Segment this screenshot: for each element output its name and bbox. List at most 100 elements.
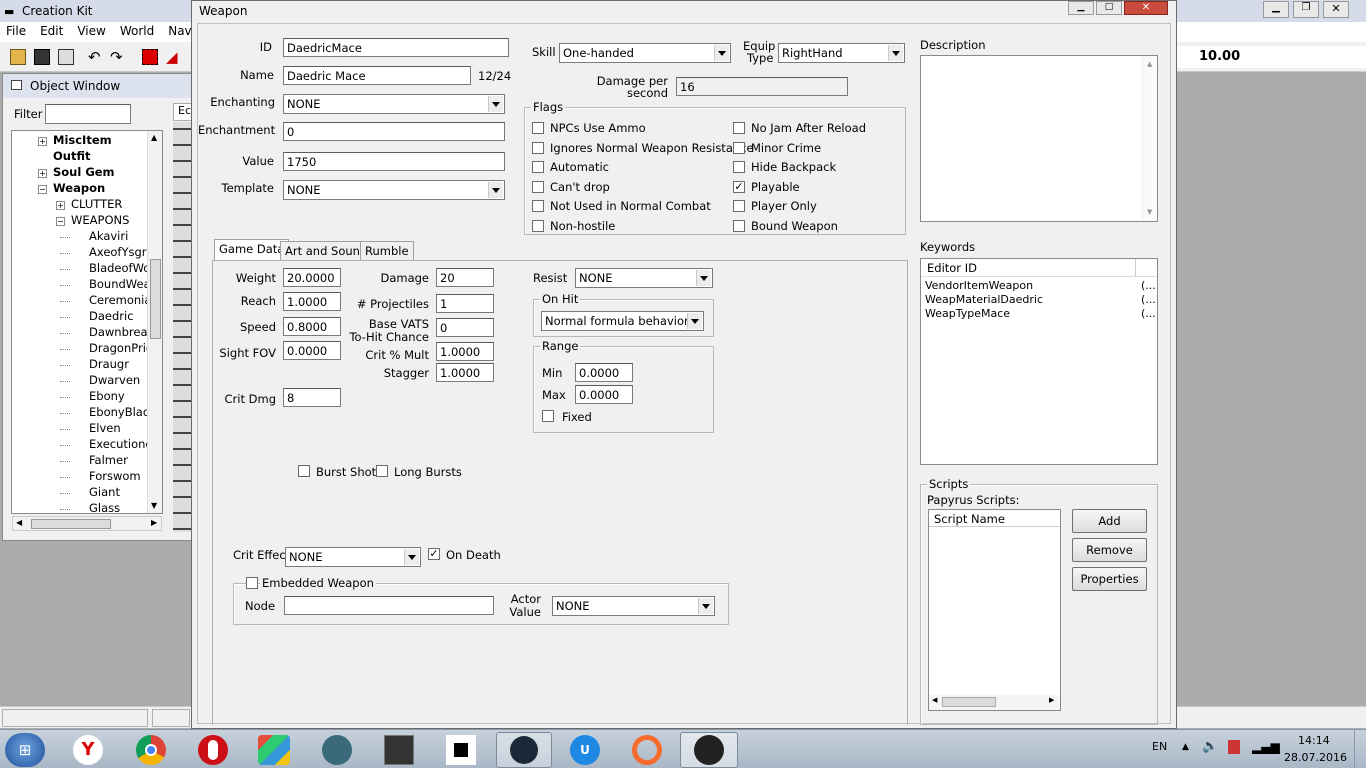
- script-list-hscroll[interactable]: ◀ ▶: [929, 695, 1060, 710]
- node-input[interactable]: [284, 596, 494, 615]
- app-icon-7[interactable]: [446, 735, 476, 765]
- embedded-weapon-checkbox[interactable]: [246, 577, 258, 589]
- tree-item[interactable]: Dwarven: [89, 373, 140, 387]
- uplay-icon[interactable]: U: [570, 735, 600, 765]
- chevron-down-icon[interactable]: [888, 45, 903, 61]
- flag-checkbox[interactable]: [733, 200, 745, 212]
- keywords-list[interactable]: Editor ID VendorItemWeapon (... WeapMateri…: [920, 258, 1158, 465]
- tree-item[interactable]: Glass: [89, 501, 120, 513]
- remove-script-button[interactable]: Remove: [1072, 538, 1147, 562]
- language-indicator[interactable]: EN: [1152, 740, 1167, 753]
- tree-item[interactable]: MiscItem: [53, 133, 112, 147]
- skill-select[interactable]: One-handed: [559, 43, 731, 63]
- start-button[interactable]: ⊞: [5, 733, 45, 767]
- flag-checkbox[interactable]: [532, 161, 544, 173]
- flag-checkbox[interactable]: [532, 180, 544, 193]
- tree-item[interactable]: Outfit: [53, 149, 90, 163]
- fixed-checkbox[interactable]: [542, 410, 554, 422]
- column-header[interactable]: Ec: [173, 103, 193, 121]
- flag-checkbox[interactable]: [733, 161, 745, 173]
- keywords-header-divider[interactable]: [1135, 259, 1137, 276]
- tree-hscroll-thumb[interactable]: [31, 519, 111, 529]
- network-icon[interactable]: ▂▄▆: [1252, 740, 1280, 754]
- app-icon-5[interactable]: [322, 735, 352, 765]
- tree-hscroll[interactable]: ◀ ▶: [12, 516, 162, 531]
- tray-app-icon[interactable]: [1228, 740, 1240, 754]
- weapon-dialog-minimize-icon[interactable]: ▁: [1068, 1, 1094, 15]
- properties-button[interactable]: Properties: [1072, 567, 1147, 591]
- chevron-down-icon[interactable]: [488, 182, 503, 198]
- warning-icon[interactable]: ◢: [166, 48, 178, 66]
- menu-view[interactable]: View: [77, 24, 105, 40]
- tab-rumble[interactable]: Rumble: [360, 241, 414, 260]
- chevron-down-icon[interactable]: [488, 96, 503, 112]
- open-icon[interactable]: [10, 49, 26, 65]
- enchantment-input[interactable]: 0: [283, 122, 505, 141]
- tree-item[interactable]: Draugr: [89, 357, 129, 371]
- tree-vscroll[interactable]: ▲ ▼: [147, 131, 162, 513]
- tray-expand-icon[interactable]: ▲: [1182, 742, 1189, 752]
- scroll-right-icon[interactable]: ▶: [1049, 696, 1054, 704]
- tree-collapse-icon[interactable]: −: [56, 217, 65, 226]
- on-death-checkbox[interactable]: ✓: [428, 548, 440, 560]
- clock-time[interactable]: 14:14: [1298, 734, 1330, 747]
- tree-item[interactable]: Forswom: [89, 469, 141, 483]
- windows-explorer-icon[interactable]: [258, 735, 290, 765]
- long-bursts-checkbox[interactable]: [376, 465, 388, 477]
- scroll-left-icon[interactable]: ◀: [16, 518, 22, 527]
- projectiles-input[interactable]: 1: [436, 294, 494, 313]
- tree-collapse-icon[interactable]: −: [38, 185, 47, 194]
- crit-effect-select[interactable]: NONE: [285, 547, 421, 567]
- flag-checkbox[interactable]: [733, 219, 745, 232]
- undo-icon[interactable]: ↶: [88, 48, 101, 66]
- close-icon[interactable]: ✕: [1323, 1, 1349, 18]
- chevron-down-icon[interactable]: [696, 270, 711, 286]
- show-desktop-button[interactable]: [1354, 730, 1366, 768]
- maximize-icon[interactable]: ❐: [1293, 1, 1319, 18]
- tab-art-and-sound[interactable]: Art and Sound: [280, 241, 373, 260]
- volume-icon[interactable]: 🔈: [1202, 739, 1218, 754]
- reach-input[interactable]: 1.0000: [283, 292, 341, 311]
- scroll-right-icon[interactable]: ▶: [151, 518, 157, 527]
- damage-input[interactable]: 20: [436, 268, 494, 287]
- keywords-header-editor-id[interactable]: Editor ID: [927, 261, 977, 275]
- origin-icon[interactable]: [632, 735, 662, 765]
- add-script-button[interactable]: Add: [1072, 509, 1147, 533]
- tree-expand-icon[interactable]: +: [38, 169, 47, 178]
- save-icon[interactable]: [34, 49, 50, 65]
- weapon-dialog-maximize-icon[interactable]: □: [1096, 1, 1122, 15]
- burst-shot-checkbox[interactable]: [298, 465, 310, 477]
- app-icon-6[interactable]: [384, 735, 414, 765]
- tree-item[interactable]: CLUTTER: [71, 197, 122, 211]
- weapon-dialog-close-icon[interactable]: ✕: [1124, 1, 1168, 15]
- name-input[interactable]: Daedric Mace: [283, 66, 471, 85]
- tree-item[interactable]: Soul Gem: [53, 165, 115, 179]
- tree-item[interactable]: Giant: [89, 485, 120, 499]
- scroll-down-icon[interactable]: ▼: [151, 501, 157, 510]
- tree-vscroll-thumb[interactable]: [150, 259, 161, 339]
- script-list-hscroll-thumb[interactable]: [942, 697, 996, 707]
- stagger-input[interactable]: 1.0000: [436, 363, 494, 382]
- tree-expand-icon[interactable]: +: [56, 201, 65, 210]
- flag-checkbox[interactable]: [532, 122, 544, 134]
- creation-kit-taskbar-icon[interactable]: [680, 732, 738, 768]
- vats-input[interactable]: 0: [436, 318, 494, 337]
- tree-item[interactable]: Elven: [89, 421, 121, 435]
- equip-type-select[interactable]: RightHand: [778, 43, 905, 63]
- template-select[interactable]: NONE: [283, 180, 505, 200]
- tab-game-data[interactable]: Game Data: [214, 239, 290, 260]
- tree-item[interactable]: Daedric: [89, 309, 134, 323]
- tree-item[interactable]: Ebony: [89, 389, 125, 403]
- crit-dmg-input[interactable]: 8: [283, 388, 341, 407]
- resist-select[interactable]: NONE: [575, 268, 713, 288]
- flag-checkbox[interactable]: [532, 219, 544, 232]
- opera-icon[interactable]: [198, 735, 228, 765]
- preferences-icon[interactable]: [58, 49, 74, 65]
- render-icon[interactable]: [142, 49, 158, 65]
- script-name-header[interactable]: Script Name: [929, 510, 1060, 527]
- tree-expand-icon[interactable]: +: [38, 137, 47, 146]
- id-input[interactable]: DaedricMace: [283, 38, 509, 57]
- clock-date[interactable]: 28.07.2016: [1284, 751, 1347, 764]
- on-hit-select[interactable]: Normal formula behavior: [541, 311, 704, 331]
- value-input[interactable]: 1750: [283, 152, 505, 171]
